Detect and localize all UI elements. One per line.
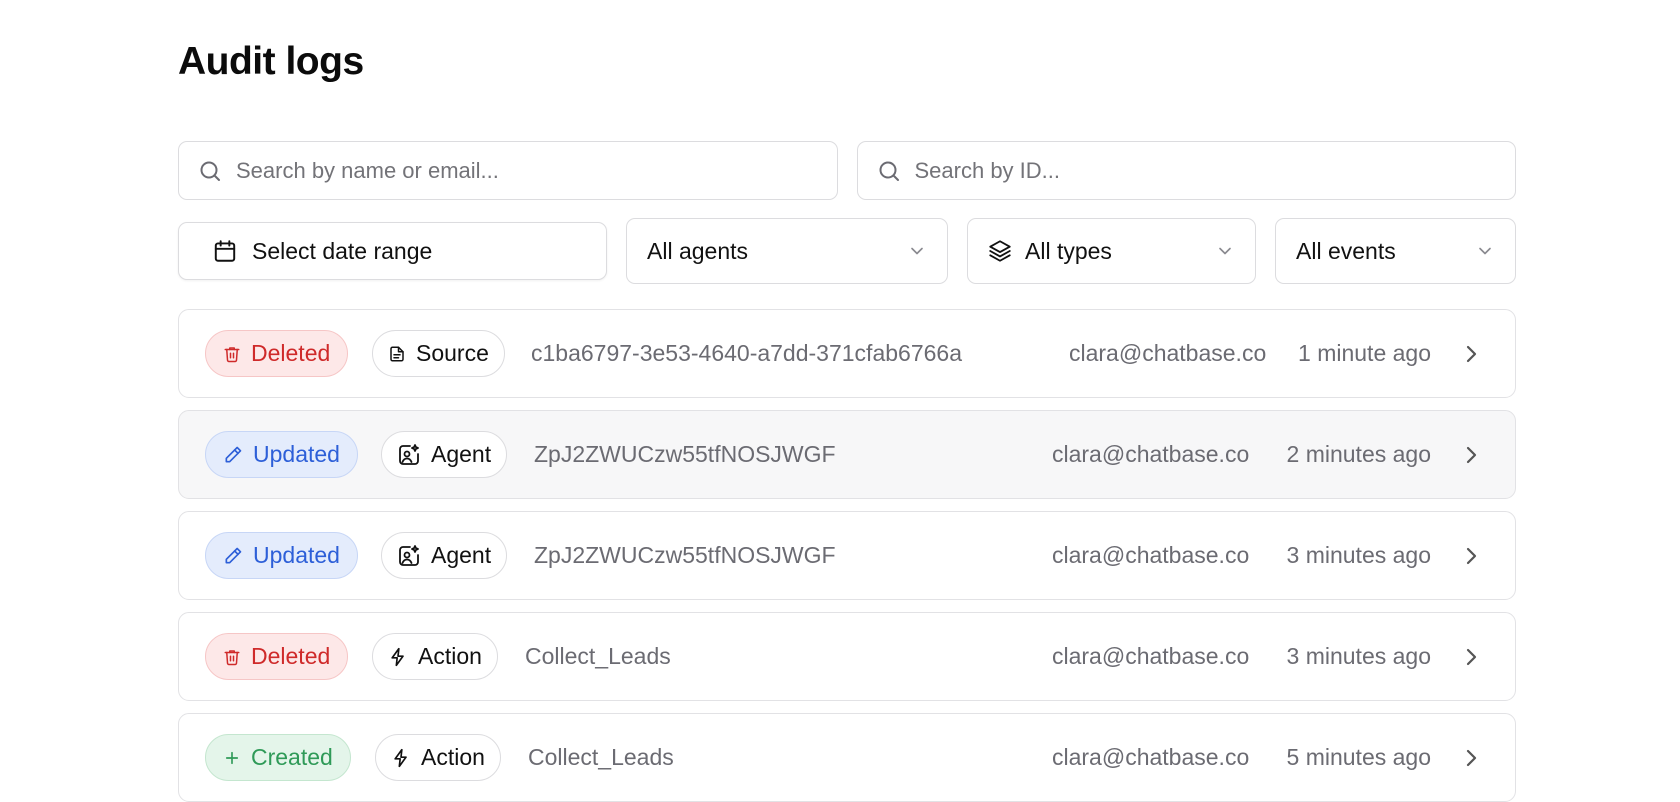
- events-select[interactable]: All events: [1275, 218, 1516, 284]
- log-row[interactable]: Deleted Source c1ba6797-3e53-4640-a7dd-3…: [178, 309, 1516, 398]
- log-timestamp: 1 minute ago: [1298, 340, 1431, 366]
- agents-select[interactable]: All agents: [626, 218, 948, 284]
- search-icon: [877, 159, 901, 183]
- log-user-email: clara@chatbase.co: [1052, 744, 1250, 770]
- log-timestamp: 2 minutes ago: [1286, 441, 1431, 467]
- type-label: Agent: [431, 542, 492, 568]
- types-select-value: All types: [1025, 237, 1112, 264]
- log-target-id: c1ba6797-3e53-4640-a7dd-371cfab6766a: [531, 340, 962, 366]
- pencil-icon: [223, 445, 243, 465]
- chevron-down-icon: [1215, 241, 1235, 261]
- type-label: Agent: [431, 441, 492, 467]
- log-target-id: Collect_Leads: [525, 643, 671, 669]
- log-user-email: clara@chatbase.co: [1052, 441, 1250, 467]
- search-row: [178, 141, 1516, 200]
- log-row[interactable]: Updated Agent ZpJ2ZWUCzw55tfNOSJWGF clar…: [178, 410, 1516, 499]
- chevron-right-icon[interactable]: [1459, 645, 1483, 669]
- log-row[interactable]: Deleted Action Collect_Leads clara@chatb…: [178, 612, 1516, 701]
- chevron-right-icon[interactable]: [1459, 746, 1483, 770]
- event-label: Deleted: [251, 340, 331, 366]
- pencil-icon: [223, 546, 243, 566]
- event-label: Updated: [253, 441, 340, 467]
- date-range-label: Select date range: [252, 237, 433, 264]
- type-badge-agent: Agent: [381, 532, 508, 579]
- type-label: Action: [421, 744, 485, 770]
- trash-icon: [223, 345, 241, 363]
- log-row[interactable]: Created Action Collect_Leads clara@chatb…: [178, 713, 1516, 802]
- log-timestamp: 5 minutes ago: [1286, 744, 1431, 770]
- id-search-input[interactable]: [914, 157, 1515, 184]
- type-label: Action: [418, 643, 482, 669]
- log-timestamp: 3 minutes ago: [1286, 542, 1431, 568]
- types-select[interactable]: All types: [967, 218, 1256, 284]
- log-row[interactable]: Updated Agent ZpJ2ZWUCzw55tfNOSJWGF clar…: [178, 511, 1516, 600]
- page-title: Audit logs: [178, 40, 364, 83]
- chevron-right-icon[interactable]: [1459, 443, 1483, 467]
- bolt-icon: [388, 647, 408, 667]
- name-email-search-input[interactable]: [236, 157, 837, 184]
- chevron-right-icon[interactable]: [1459, 544, 1483, 568]
- chevron-down-icon: [1475, 241, 1495, 261]
- event-badge-updated: Updated: [205, 431, 358, 478]
- event-badge-deleted: Deleted: [205, 633, 349, 680]
- event-badge-created: Created: [205, 734, 351, 781]
- event-label: Deleted: [251, 643, 331, 669]
- filter-row: Select date range All agents All types A…: [178, 218, 1516, 284]
- event-label: Updated: [253, 542, 340, 568]
- log-timestamp: 3 minutes ago: [1286, 643, 1431, 669]
- log-user-email: clara@chatbase.co: [1052, 542, 1250, 568]
- plus-icon: [223, 749, 241, 767]
- chevron-right-icon[interactable]: [1459, 342, 1483, 366]
- event-badge-deleted: Deleted: [205, 330, 349, 377]
- layers-icon: [987, 238, 1013, 264]
- log-target-id: ZpJ2ZWUCzw55tfNOSJWGF: [534, 542, 836, 568]
- log-user-email: clara@chatbase.co: [1052, 643, 1250, 669]
- type-badge-source: Source: [372, 330, 505, 377]
- type-label: Source: [416, 340, 489, 366]
- id-search[interactable]: [856, 141, 1516, 200]
- event-label: Created: [251, 744, 333, 770]
- type-badge-action: Action: [375, 734, 501, 781]
- agent-sparkle-icon: [397, 544, 421, 568]
- type-badge-action: Action: [372, 633, 498, 680]
- events-select-value: All events: [1296, 237, 1396, 264]
- agents-select-value: All agents: [647, 237, 749, 264]
- file-icon: [388, 345, 406, 363]
- trash-icon: [223, 648, 241, 666]
- calendar-icon: [212, 238, 238, 264]
- log-target-id: Collect_Leads: [528, 744, 674, 770]
- search-icon: [198, 159, 222, 183]
- agent-sparkle-icon: [397, 443, 421, 467]
- chevron-down-icon: [907, 241, 927, 261]
- date-range-picker[interactable]: Select date range: [178, 222, 607, 280]
- event-badge-updated: Updated: [205, 532, 358, 579]
- log-user-email: clara@chatbase.co: [1069, 340, 1267, 366]
- name-email-search[interactable]: [178, 141, 838, 200]
- log-target-id: ZpJ2ZWUCzw55tfNOSJWGF: [534, 441, 836, 467]
- type-badge-agent: Agent: [381, 431, 508, 478]
- bolt-icon: [391, 748, 411, 768]
